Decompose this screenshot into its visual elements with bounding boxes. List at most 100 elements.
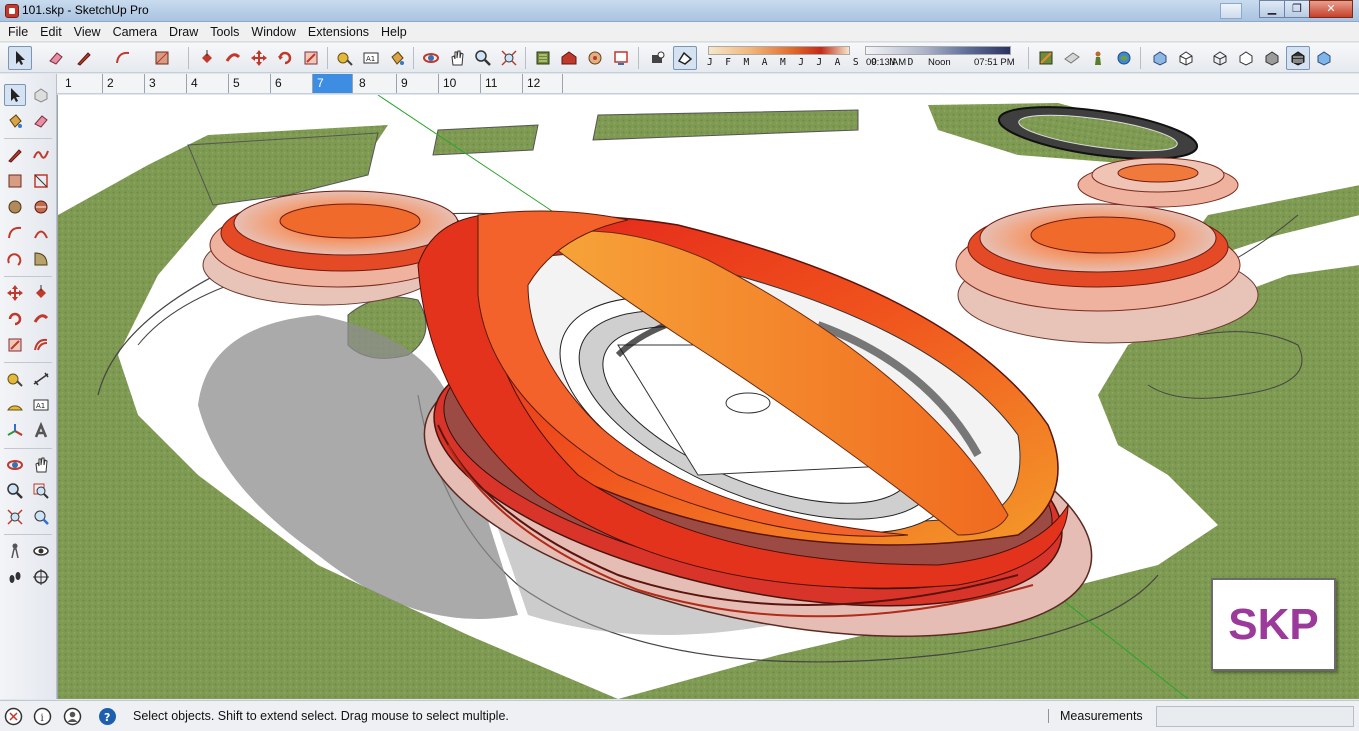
minimize-button[interactable]: ▁ [1259, 0, 1285, 18]
shaded-texture-icon[interactable] [1286, 46, 1310, 70]
menu-file[interactable]: File [2, 22, 34, 42]
section-display-icon[interactable] [1060, 46, 1084, 70]
eraser-icon[interactable] [44, 46, 68, 70]
menu-extensions[interactable]: Extensions [302, 22, 375, 42]
rectangle-tool-icon[interactable] [4, 170, 26, 192]
components-icon[interactable] [583, 46, 607, 70]
tape-measure-tool-icon[interactable] [4, 368, 26, 390]
3d-text-tool-icon[interactable] [30, 420, 52, 442]
zoom-extents-tool-icon[interactable] [4, 506, 26, 528]
select-tool-icon[interactable] [4, 84, 26, 106]
protractor-tool-icon[interactable] [4, 394, 26, 416]
send-to-layout-icon[interactable] [609, 46, 633, 70]
shadow-time-slider[interactable] [865, 46, 1011, 55]
geo-location-status-icon[interactable] [3, 706, 23, 726]
paint-bucket-tool-icon[interactable] [4, 110, 26, 132]
scene-tab-4[interactable]: 4 [187, 74, 229, 93]
fog-icon[interactable] [673, 46, 697, 70]
shape-icon[interactable] [150, 46, 174, 70]
section-plane-icon[interactable] [1034, 46, 1058, 70]
scene-tab-5[interactable]: 5 [229, 74, 271, 93]
user-account-icon[interactable] [62, 706, 82, 726]
geo-location-icon[interactable] [1112, 46, 1136, 70]
text-icon[interactable]: A1 [359, 46, 383, 70]
make-component-icon[interactable] [30, 84, 52, 106]
credits-info-icon[interactable]: i [32, 706, 52, 726]
scale-tool-icon[interactable] [4, 334, 26, 356]
polygon-tool-icon[interactable] [30, 196, 52, 218]
menu-help[interactable]: Help [375, 22, 413, 42]
scene-tab-2[interactable]: 2 [103, 74, 145, 93]
rotate-tool-icon[interactable] [4, 308, 26, 330]
move-icon[interactable] [247, 46, 271, 70]
menu-edit[interactable]: Edit [34, 22, 68, 42]
three-point-arc-tool-icon[interactable] [4, 248, 26, 270]
push-pull-icon[interactable] [195, 46, 219, 70]
arc-tool-icon[interactable] [4, 222, 26, 244]
orbit-tool-icon[interactable] [4, 454, 26, 476]
zoom-tool-icon[interactable] [4, 480, 26, 502]
xray-icon[interactable] [1148, 46, 1172, 70]
rotate-icon[interactable] [273, 46, 297, 70]
scene-tab-10[interactable]: 10 [439, 74, 481, 93]
follow-me-icon[interactable] [221, 46, 245, 70]
scene-tab-12[interactable]: 12 [523, 74, 563, 93]
position-camera-icon[interactable] [1086, 46, 1110, 70]
menu-camera[interactable]: Camera [107, 22, 163, 42]
shadows-icon[interactable] [646, 46, 670, 70]
scene-tab-8[interactable]: 8 [355, 74, 397, 93]
scene-tab-9[interactable]: 9 [397, 74, 439, 93]
scene-tab-3[interactable]: 3 [145, 74, 187, 93]
freehand-tool-icon[interactable] [30, 144, 52, 166]
rotated-rectangle-tool-icon[interactable] [30, 170, 52, 192]
scene-tab-7[interactable]: 7 [313, 74, 353, 93]
look-around-tool-icon[interactable] [30, 540, 52, 562]
zoom-icon[interactable] [471, 46, 495, 70]
two-point-arc-tool-icon[interactable] [30, 222, 52, 244]
scale-icon[interactable] [299, 46, 323, 70]
close-button[interactable]: ✕ [1309, 0, 1353, 18]
panel-restore-button[interactable] [1220, 3, 1242, 19]
maximize-button[interactable]: ❐ [1284, 0, 1310, 18]
move-tool-icon[interactable] [4, 282, 26, 304]
shadow-month-slider[interactable] [708, 46, 850, 55]
follow-me-tool-icon[interactable] [30, 308, 52, 330]
pencil-icon[interactable] [72, 46, 96, 70]
menu-tools[interactable]: Tools [204, 22, 245, 42]
section-plane-tool-icon[interactable] [30, 566, 52, 588]
eraser-tool-icon[interactable] [30, 110, 52, 132]
scene-tab-1[interactable]: 1 [61, 74, 103, 93]
back-edges-icon[interactable] [1174, 46, 1198, 70]
measurements-input[interactable] [1156, 706, 1354, 727]
position-camera-tool-icon[interactable] [4, 540, 26, 562]
monochrome-icon[interactable] [1312, 46, 1336, 70]
menu-view[interactable]: View [68, 22, 107, 42]
zoom-extents-icon[interactable] [497, 46, 521, 70]
tape-measure-icon[interactable] [333, 46, 357, 70]
zoom-window-tool-icon[interactable] [30, 480, 52, 502]
model-viewport[interactable]: SKP [57, 95, 1359, 699]
offset-tool-icon[interactable] [30, 334, 52, 356]
hidden-line-icon[interactable] [1234, 46, 1258, 70]
menu-window[interactable]: Window [245, 22, 301, 42]
axes-tool-icon[interactable] [4, 420, 26, 442]
extension-warehouse-icon[interactable] [557, 46, 581, 70]
dimension-tool-icon[interactable] [30, 368, 52, 390]
text-tool-icon[interactable]: A1 [30, 394, 52, 416]
scene-tab-11[interactable]: 11 [481, 74, 523, 93]
line-tool-icon[interactable] [4, 144, 26, 166]
previous-view-tool-icon[interactable] [30, 506, 52, 528]
orbit-icon[interactable] [419, 46, 443, 70]
pan-icon[interactable] [445, 46, 469, 70]
pan-tool-icon[interactable] [30, 454, 52, 476]
shaded-icon[interactable] [1260, 46, 1284, 70]
wireframe-icon[interactable] [1208, 46, 1232, 70]
push-pull-tool-icon[interactable] [30, 282, 52, 304]
help-icon[interactable]: ? [97, 706, 117, 726]
scene-tab-6[interactable]: 6 [271, 74, 313, 93]
paint-bucket-icon[interactable] [385, 46, 409, 70]
warehouse-icon[interactable] [531, 46, 555, 70]
walk-tool-icon[interactable] [4, 566, 26, 588]
circle-tool-icon[interactable] [4, 196, 26, 218]
arc-icon[interactable] [111, 46, 135, 70]
